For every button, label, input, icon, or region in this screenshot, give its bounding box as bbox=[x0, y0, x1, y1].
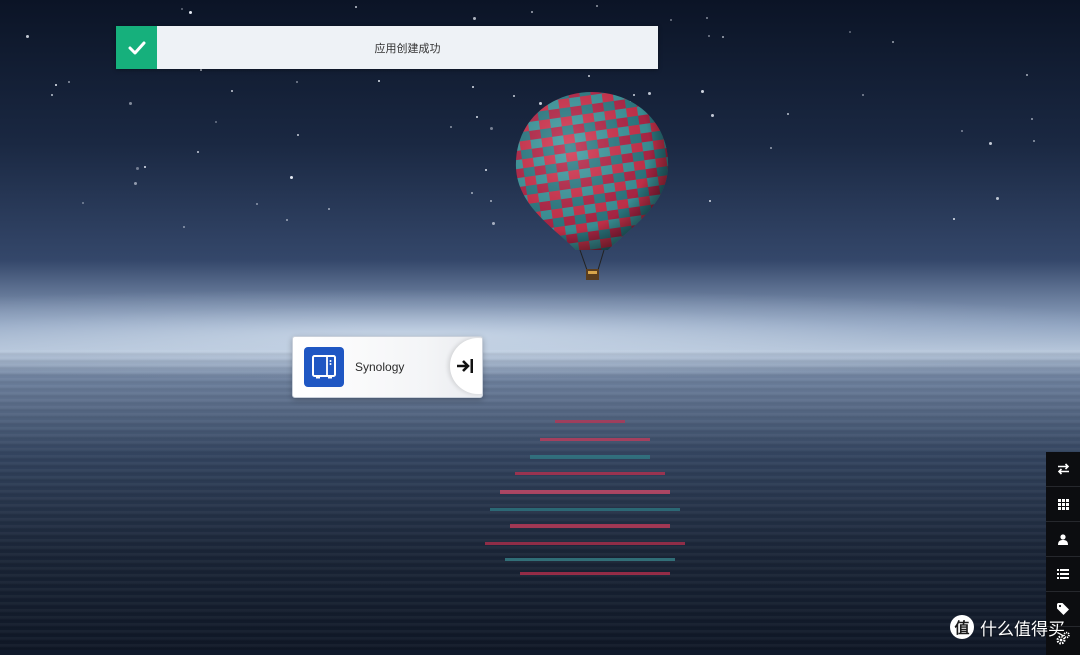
star bbox=[476, 116, 478, 118]
user-button[interactable] bbox=[1046, 522, 1080, 557]
star bbox=[961, 130, 963, 132]
star bbox=[862, 94, 864, 96]
check-icon bbox=[116, 26, 157, 69]
star bbox=[82, 202, 84, 204]
user-icon bbox=[1058, 533, 1068, 545]
balloon-reflection bbox=[485, 420, 685, 575]
star bbox=[51, 94, 53, 96]
star bbox=[472, 86, 474, 88]
list-icon bbox=[1057, 569, 1069, 579]
star bbox=[1033, 140, 1035, 142]
launch-app-button[interactable] bbox=[450, 338, 482, 394]
star bbox=[290, 176, 293, 179]
star bbox=[490, 127, 493, 130]
star bbox=[286, 219, 288, 221]
star bbox=[296, 81, 298, 83]
desktop-wallpaper bbox=[0, 0, 1080, 650]
star bbox=[450, 126, 452, 128]
star bbox=[215, 121, 217, 123]
watermark-badge: 值 bbox=[950, 615, 974, 639]
star bbox=[144, 166, 146, 168]
star bbox=[849, 31, 851, 33]
star bbox=[189, 11, 192, 14]
star bbox=[996, 197, 999, 200]
star bbox=[183, 226, 185, 228]
star bbox=[256, 203, 258, 205]
watermark: 值 什么值得买 bbox=[950, 614, 1065, 640]
star bbox=[355, 6, 357, 8]
star bbox=[134, 182, 137, 185]
nas-box-icon bbox=[304, 347, 344, 387]
star bbox=[953, 218, 955, 220]
star bbox=[471, 192, 473, 194]
star bbox=[26, 35, 29, 38]
star bbox=[709, 200, 711, 202]
star bbox=[1026, 74, 1028, 76]
star bbox=[297, 134, 299, 136]
star bbox=[596, 5, 598, 7]
list-button[interactable] bbox=[1046, 557, 1080, 592]
star bbox=[490, 200, 492, 202]
watermark-text: 什么值得买 bbox=[980, 619, 1065, 640]
success-toast: 应用创建成功 bbox=[116, 26, 658, 69]
star bbox=[181, 8, 183, 10]
star bbox=[531, 11, 533, 13]
arrow-to-right-icon bbox=[457, 359, 473, 373]
star bbox=[989, 142, 992, 145]
hot-air-balloon-image bbox=[515, 92, 669, 280]
toast-message: 应用创建成功 bbox=[374, 41, 441, 55]
star bbox=[588, 75, 590, 77]
star bbox=[722, 36, 724, 38]
app-name: Synology bbox=[355, 360, 405, 374]
star bbox=[701, 90, 704, 93]
star bbox=[129, 102, 132, 105]
star bbox=[892, 41, 894, 43]
star bbox=[1031, 118, 1033, 120]
star bbox=[787, 113, 789, 115]
star bbox=[328, 208, 330, 210]
swap-arrows-icon bbox=[1057, 463, 1069, 475]
star bbox=[492, 222, 495, 225]
swap-arrows-button[interactable] bbox=[1046, 452, 1080, 487]
star bbox=[197, 151, 199, 153]
grid-button[interactable] bbox=[1046, 487, 1080, 522]
star bbox=[136, 167, 139, 170]
grid-icon bbox=[1057, 498, 1069, 510]
star bbox=[200, 69, 202, 71]
star bbox=[68, 81, 70, 83]
star bbox=[231, 90, 233, 92]
star bbox=[708, 35, 710, 37]
star bbox=[378, 80, 380, 82]
star bbox=[711, 114, 714, 117]
star bbox=[706, 17, 708, 19]
star bbox=[670, 19, 672, 21]
app-card-synology[interactable]: Synology bbox=[292, 336, 483, 398]
star bbox=[770, 147, 772, 149]
star bbox=[55, 84, 57, 86]
star bbox=[473, 17, 476, 20]
star bbox=[485, 169, 487, 171]
